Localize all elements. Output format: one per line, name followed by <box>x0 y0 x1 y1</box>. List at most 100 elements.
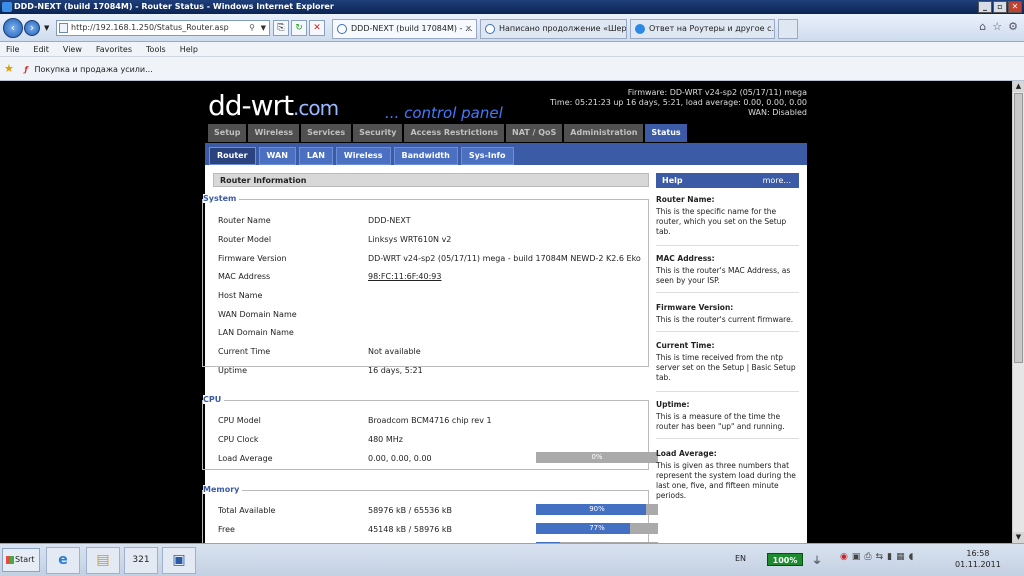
favorite-link[interactable]: Покупка и продажа усили... <box>34 65 152 74</box>
page-scrollbar[interactable]: ▲ ▼ <box>1012 81 1024 543</box>
new-tab-button[interactable] <box>778 19 798 39</box>
subtab-router[interactable]: Router <box>209 147 256 165</box>
page-viewport: dd-wrt.com ... control panel Firmware: D… <box>0 81 1012 543</box>
menu-favorites[interactable]: Favorites <box>96 42 132 56</box>
subtab-wireless[interactable]: Wireless <box>335 147 391 165</box>
system-legend: System <box>203 194 240 203</box>
close-window-button[interactable]: ✕ <box>1008 1 1022 13</box>
maximize-button[interactable]: ▫ <box>993 1 1007 13</box>
firmware-info: Firmware: DD-WRT v24-sp2 (05/17/11) mega… <box>550 88 807 117</box>
tray-icon[interactable]: ⎙ <box>864 552 871 562</box>
refresh-icon[interactable]: ↻ <box>291 20 307 36</box>
close-tab-icon[interactable]: ✕ <box>465 20 472 38</box>
ie-app-icon <box>2 2 12 12</box>
address-bar[interactable]: http://192.168.1.250/Status_Router.asp ⚲… <box>56 20 270 36</box>
history-dropdown-icon[interactable]: ▼ <box>44 24 49 32</box>
help-item: Firmware Version: This is the router's cu… <box>656 303 799 332</box>
tab-page-icon <box>485 24 495 34</box>
search-icon[interactable]: ⚲ <box>249 21 255 35</box>
tab-otvet[interactable]: Ответ на Роутеры и другое с... <box>630 19 775 39</box>
signal-icon[interactable]: ▮ <box>887 552 892 562</box>
tray-icon[interactable]: ▣ <box>852 552 861 562</box>
browser-toolbar: ‹ › ▼ http://192.168.1.250/Status_Router… <box>0 14 1024 42</box>
help-item: Load Average: This is given as three numb… <box>656 449 796 500</box>
antivirus-icon[interactable]: ◉ <box>840 552 848 562</box>
help-more-link[interactable]: more... <box>763 173 791 188</box>
tab-wireless[interactable]: Wireless <box>248 124 300 142</box>
tab-access-restrictions[interactable]: Access Restrictions <box>404 124 504 142</box>
subtab-bandwidth[interactable]: Bandwidth <box>393 147 458 165</box>
address-text: http://192.168.1.250/Status_Router.asp <box>71 23 229 32</box>
battery-indicator[interactable]: 100% <box>767 553 803 566</box>
mac-address-link[interactable]: 98:FC:11:6F:40:93 <box>368 272 441 281</box>
start-button[interactable]: Start <box>2 548 40 572</box>
cpu-fieldset: CPU CPU Model Broadcom BCM4716 chip rev 1… <box>202 395 658 470</box>
scroll-down-icon[interactable]: ▼ <box>1013 532 1024 543</box>
ddwrt-page: dd-wrt.com ... control panel Firmware: D… <box>202 81 807 543</box>
help-item: Current Time: This is time received from … <box>656 341 799 392</box>
power-plug-icon[interactable]: ⏚ <box>812 552 822 567</box>
tab-nat-qos[interactable]: NAT / QoS <box>506 124 563 142</box>
page-icon <box>59 23 68 33</box>
tab-administration[interactable]: Administration <box>564 124 644 142</box>
menu-edit[interactable]: Edit <box>33 42 49 56</box>
tab-setup[interactable]: Setup <box>208 124 247 142</box>
scroll-thumb[interactable] <box>1014 93 1023 363</box>
clock[interactable]: 16:58 01.11.2011 <box>955 548 1001 570</box>
media-classic-icon[interactable]: 321 <box>124 547 158 574</box>
explorer-folder-icon[interactable]: ▤ <box>86 547 120 574</box>
menu-file[interactable]: File <box>6 42 19 56</box>
memory-fieldset: Memory Total Available 58976 kB / 65536 k… <box>202 485 658 543</box>
menu-help[interactable]: Help <box>180 42 198 56</box>
system-fieldset: System Router Name DDD-NEXT Router Model L… <box>202 194 649 375</box>
volume-icon[interactable]: ◖ <box>909 552 914 562</box>
back-button[interactable]: ‹ <box>3 18 23 38</box>
system-tray: ◉ ▣ ⎙ ⇆ ▮ ▦ ◖ <box>840 552 913 562</box>
forward-button[interactable]: › <box>24 20 40 36</box>
help-item: Uptime: This is a measure of the time the… <box>656 400 799 439</box>
ddwrt-logo[interactable]: dd-wrt.com <box>208 89 339 122</box>
main-panel: Router Information System Router Name DDD… <box>202 165 807 543</box>
window-title: DDD-NEXT (build 17084M) - Router Status … <box>14 2 334 11</box>
help-item: MAC Address: This is the router's MAC Add… <box>656 254 799 293</box>
menu-bar: File Edit View Favorites Tools Help <box>0 42 1024 57</box>
subtab-lan[interactable]: LAN <box>298 147 333 165</box>
section-title: Router Information <box>213 173 649 187</box>
subtab-sys-info[interactable]: Sys-Info <box>460 147 514 165</box>
subtab-wan[interactable]: WAN <box>258 147 296 165</box>
sub-tabs: Router WAN LAN Wireless Bandwidth Sys-In… <box>205 143 807 165</box>
menu-tools[interactable]: Tools <box>146 42 166 56</box>
favorites-star-icon[interactable]: ★ <box>4 62 14 75</box>
tab-page-icon <box>635 24 645 34</box>
address-dropdown-icon[interactable]: ▼ <box>261 21 266 35</box>
network-app-icon[interactable]: ▣ <box>162 547 196 574</box>
favorites-star-icon[interactable]: ☆ <box>992 20 1002 33</box>
favorites-bar: ★ ƒ Покупка и продажа усили... <box>0 57 1024 81</box>
network-icon[interactable]: ▦ <box>896 552 905 562</box>
free-memory-bar: 77% <box>536 523 658 534</box>
control-panel-title: ... control panel <box>385 104 503 122</box>
home-icon[interactable]: ⌂ <box>979 20 986 33</box>
help-header: Help more... <box>656 173 799 188</box>
tab-napisano[interactable]: Написано продолжение «Шер... <box>480 19 627 39</box>
usb-icon[interactable]: ⇆ <box>876 552 884 562</box>
menu-view[interactable]: View <box>63 42 82 56</box>
tab-page-icon <box>337 24 347 34</box>
cpu-legend: CPU <box>203 395 225 404</box>
ie-taskbar-icon[interactable]: e <box>46 547 80 574</box>
minimize-button[interactable]: _ <box>978 1 992 13</box>
memory-legend: Memory <box>203 485 243 494</box>
taskbar: Start e ▤ 321 ▣ EN 100% ⏚ ◉ ▣ ⎙ ⇆ ▮ ▦ ◖ … <box>0 543 1024 576</box>
tab-status[interactable]: Status <box>645 124 687 142</box>
title-bar: DDD-NEXT (build 17084M) - Router Status … <box>0 0 1024 14</box>
compat-view-icon[interactable]: ⎘ <box>273 20 289 36</box>
windows-flag-icon <box>6 556 14 564</box>
favorite-site-icon: ƒ <box>24 65 28 74</box>
tools-gear-icon[interactable]: ⚙ <box>1008 20 1018 33</box>
scroll-up-icon[interactable]: ▲ <box>1013 81 1024 92</box>
stop-icon[interactable]: ✕ <box>309 20 325 36</box>
tab-services[interactable]: Services <box>301 124 352 142</box>
language-indicator[interactable]: EN <box>735 554 746 563</box>
tab-security[interactable]: Security <box>353 124 403 142</box>
tab-ddd-next[interactable]: DDD-NEXT (build 17084M) - ... ✕ <box>332 19 477 39</box>
